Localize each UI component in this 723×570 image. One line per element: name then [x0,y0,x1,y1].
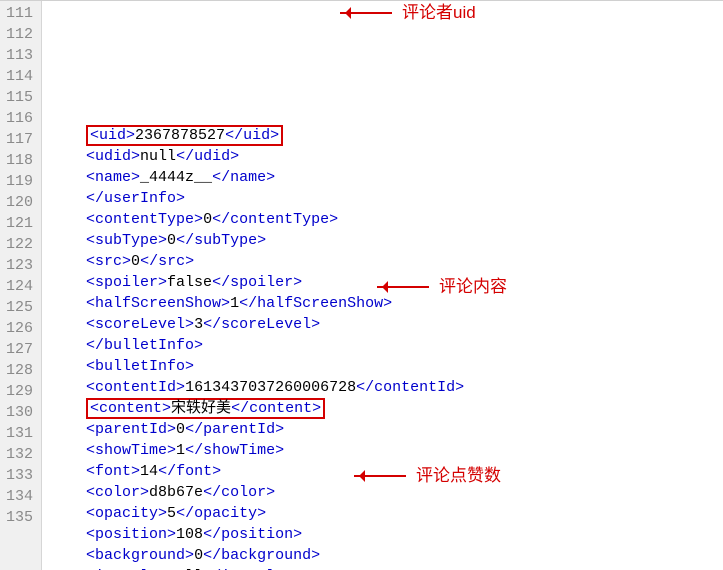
code-line: <scoreLevel>3</scoreLevel> [50,315,464,336]
line-number: 126 [6,319,33,340]
line-number: 133 [6,466,33,487]
line-number: 125 [6,298,33,319]
line-number: 130 [6,403,33,424]
line-number: 111 [6,4,33,25]
code-line: <opacity>5</opacity> [50,504,464,525]
code-line: <background>0</background> [50,546,464,567]
line-number: 127 [6,340,33,361]
line-number: 112 [6,25,33,46]
line-number: 114 [6,67,33,88]
line-number [6,529,33,550]
code-line: <content>宋轶好美</content> [50,399,464,420]
code-line: <showTime>1</showTime> [50,441,464,462]
code-line: <src>0</src> [50,252,464,273]
code-line: <uid>2367878527</uid> [50,126,464,147]
code-line: <bulletInfo> [50,357,464,378]
code-line: </bulletInfo> [50,336,464,357]
code-line: <name>_4444z__</name> [50,168,464,189]
line-number: 116 [6,109,33,130]
line-number: 124 [6,277,33,298]
code-line: <color>d8b67e</color> [50,483,464,504]
code-line: <spoiler>false</spoiler> [50,273,464,294]
code-line: <font>14</font> [50,462,464,483]
line-number: 129 [6,382,33,403]
highlight-box: <content>宋轶好美</content> [86,398,325,419]
line-number: 123 [6,256,33,277]
line-number: 118 [6,151,33,172]
code-line: <contentId>1613437037260006728</contentI… [50,378,464,399]
line-number: 120 [6,193,33,214]
code-area: 评论者uid 评论内容 评论点赞数 <uid>2367878527</uid> … [42,1,464,570]
code-editor: 1111121131141151161171181191201211221231… [0,0,723,570]
arrow-icon [340,12,392,14]
annotation-uid-label: 评论者uid [402,2,476,25]
line-number: 113 [6,46,33,67]
code-line: <contentType>0</contentType> [50,210,464,231]
line-number: 135 [6,508,33,529]
annotation-uid: 评论者uid [340,2,476,25]
line-number: 122 [6,235,33,256]
code-line: <position>108</position> [50,525,464,546]
line-number: 128 [6,361,33,382]
line-number: 115 [6,88,33,109]
line-number: 121 [6,214,33,235]
line-number: 119 [6,172,33,193]
code-line: <isReply>null</isReply> [50,567,464,570]
line-number: 117 [6,130,33,151]
code-line: <halfScreenShow>1</halfScreenShow> [50,294,464,315]
line-number: 132 [6,445,33,466]
code-line: </userInfo> [50,189,464,210]
line-number: 131 [6,424,33,445]
code-line: <parentId>0</parentId> [50,420,464,441]
line-number: 134 [6,487,33,508]
code-line: <subType>0</subType> [50,231,464,252]
highlight-box: <uid>2367878527</uid> [86,125,283,146]
code-line: <udid>null</udid> [50,147,464,168]
line-gutter: 1111121131141151161171181191201211221231… [0,1,42,570]
